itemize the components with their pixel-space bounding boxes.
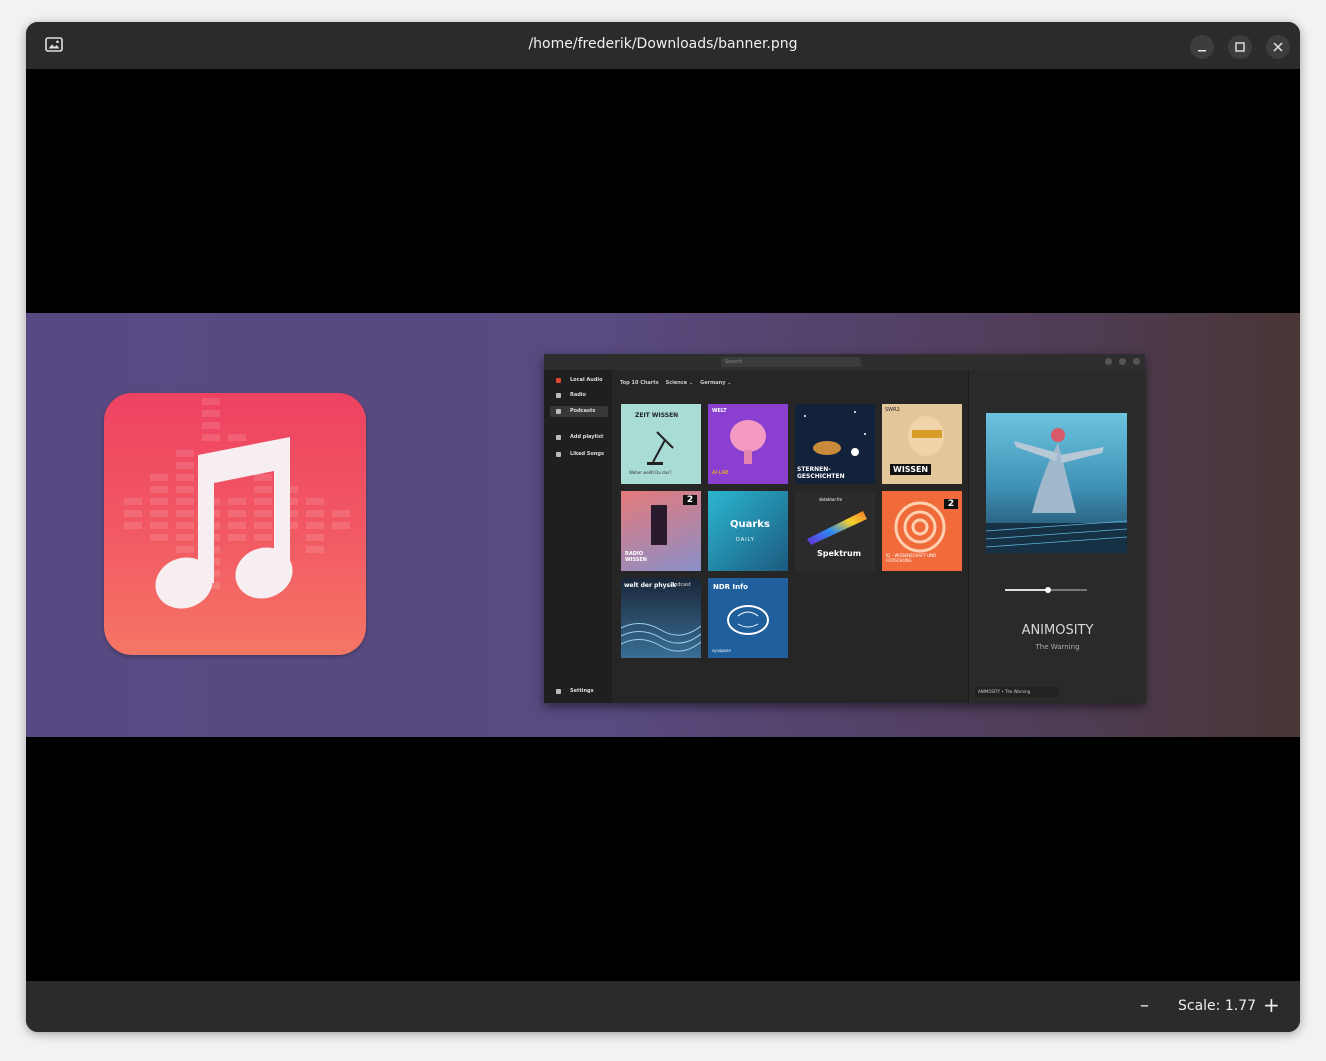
podcast-tile: STERNEN-GESCHICHTEN [795,404,875,484]
now-playing-title: ANIMOSITY [1021,623,1094,638]
minimize-button[interactable] [1190,35,1214,59]
podcast-tile: 2 RADIO WISSEN [621,491,701,571]
search-field: Search [721,357,861,367]
scale-label: Scale: 1.77 [1178,998,1257,1014]
sidebar-item-liked-songs: Liked Songs [550,449,608,460]
podcast-tile: ZEIT WISSEN Woher weißt Du das? [621,404,701,484]
screenshot-header: Search [544,354,1145,370]
podcast-tile: detektor.fm Spektrum [795,491,875,571]
podcast-tile: welt der physik podcast [621,578,701,658]
maximize-button[interactable] [1228,35,1252,59]
close-button[interactable] [1266,35,1290,59]
music-note-icon [124,398,350,609]
close-icon [1133,358,1140,365]
podcast-tile: SWR2 WISSEN [882,404,962,484]
minimize-icon [1105,358,1112,365]
screenshot-player-panel: ANIMOSITY The Warning ANIMOSITY • The Wa… [968,370,1146,703]
podcast-tile: WELT AI-LAB [708,404,788,484]
status-bar: – Scale: 1.77 + [26,981,1300,1032]
window-title: /home/frederik/Downloads/banner.png [528,36,798,52]
screenshot-sidebar: Local Audio Radio Podcasts Add playlist … [544,370,612,703]
title-bar: /home/frederik/Downloads/banner.png [26,22,1300,69]
sidebar-item-add-playlist: Add playlist [550,432,608,443]
sidebar-item-podcasts: Podcasts [550,406,608,417]
image-viewer-window: /home/frederik/Downloads/banner.png Sear… [26,22,1300,1032]
filter-bar: Top 10 Charts Science ⌄ Germany ⌄ [620,380,732,386]
progress-bar [1005,587,1087,593]
zoom-out-button[interactable]: – [1140,995,1149,1016]
footer-track: ANIMOSITY • The Warning [975,687,1059,697]
music-app-logo [104,393,366,655]
minimize-icon [1198,50,1206,52]
image-canvas[interactable]: Search Local Audio Radio Podcasts Add pl… [26,69,1300,981]
app-screenshot: Search Local Audio Radio Podcasts Add pl… [544,354,1146,703]
now-playing-artist: The Warning [1035,643,1080,651]
podcast-tile: Quarks DAILY [708,491,788,571]
maximize-icon [1235,42,1245,52]
close-icon [1273,42,1283,52]
podcast-tile: 2 IQ - WISSENSCHAFT UND FORSCHUNG [882,491,962,571]
maximize-icon [1119,358,1126,365]
podcast-tile: NDR Info synapsen [708,578,788,658]
sidebar-item-settings: Settings [550,686,608,697]
sidebar-item-local-audio: Local Audio [550,375,608,386]
screenshot-podcast-grid: Top 10 Charts Science ⌄ Germany ⌄ ZEIT W… [612,370,968,703]
banner-image: Search Local Audio Radio Podcasts Add pl… [26,313,1300,737]
zoom-in-button[interactable]: + [1263,993,1280,1017]
album-cover [986,413,1127,553]
sidebar-item-radio: Radio [550,390,608,401]
